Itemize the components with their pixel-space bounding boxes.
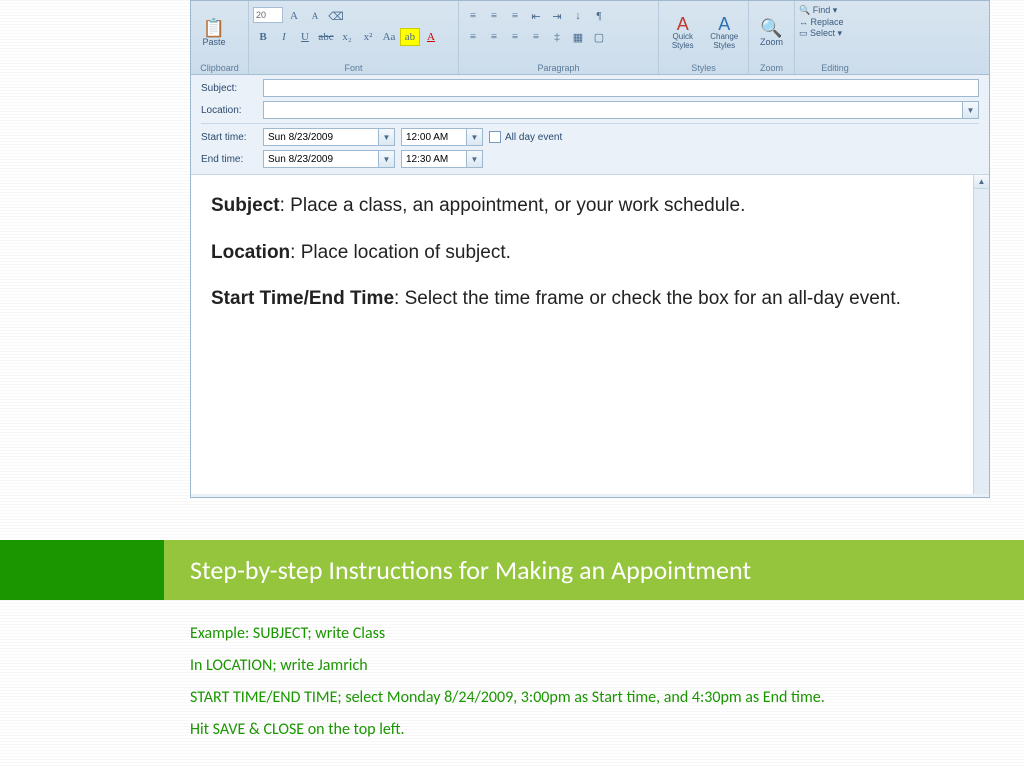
change-styles-icon: A: [718, 15, 730, 33]
highlight-button[interactable]: ab: [400, 28, 420, 46]
body-location-text: : Place location of subject.: [290, 242, 511, 263]
all-day-label: All day event: [505, 132, 562, 143]
chevron-down-icon[interactable]: ▼: [378, 151, 394, 167]
bullets-button[interactable]: ≡: [463, 7, 483, 25]
sort-button[interactable]: ↓: [568, 7, 588, 25]
all-day-checkbox[interactable]: [489, 131, 501, 143]
align-left-button[interactable]: ≡: [463, 28, 483, 46]
case-button[interactable]: Aa: [379, 28, 399, 46]
zoom-group-label: Zoom: [753, 62, 790, 73]
body-time-bold: Start Time/End Time: [211, 288, 394, 309]
end-time-label: End time:: [201, 154, 257, 165]
subject-label: Subject:: [201, 83, 257, 94]
start-date-input[interactable]: Sun 8/23/2009▼: [263, 128, 395, 146]
italic-button[interactable]: I: [274, 28, 294, 46]
font-group-label: Font: [253, 62, 454, 73]
end-date-input[interactable]: Sun 8/23/2009▼: [263, 150, 395, 168]
body-subject-text: : Place a class, an appointment, or your…: [280, 195, 746, 216]
body-subject-bold: Subject: [211, 195, 280, 216]
shrink-font-button[interactable]: A: [305, 7, 325, 25]
font-size-input[interactable]: 20: [253, 7, 283, 23]
clipboard-icon: 📋: [203, 19, 225, 37]
body-time-text: : Select the time frame or check the box…: [394, 288, 901, 309]
grow-font-button[interactable]: A: [284, 7, 304, 25]
line-spacing-button[interactable]: ‡: [547, 28, 567, 46]
superscript-button[interactable]: x²: [358, 28, 378, 46]
borders-button[interactable]: ▢: [589, 28, 609, 46]
justify-button[interactable]: ≡: [526, 28, 546, 46]
clear-format-button[interactable]: ⌫: [326, 7, 346, 25]
styles-group-label: Styles: [663, 62, 744, 73]
select-button[interactable]: ▭ Select ▾: [799, 28, 842, 39]
chevron-down-icon[interactable]: ▼: [378, 129, 394, 145]
font-color-button[interactable]: A: [421, 28, 441, 46]
show-marks-button[interactable]: ¶: [589, 7, 609, 25]
find-button[interactable]: 🔍 Find ▾: [799, 5, 837, 16]
multilevel-button[interactable]: ≡: [505, 7, 525, 25]
start-time-label: Start time:: [201, 132, 257, 143]
change-styles-button[interactable]: A Change Styles: [705, 8, 745, 58]
paragraph-group-label: Paragraph: [463, 62, 654, 73]
example-line-3: START TIME/END TIME; select Monday 8/24/…: [190, 682, 825, 714]
location-label: Location:: [201, 105, 257, 116]
body-location-bold: Location: [211, 242, 290, 263]
bold-button[interactable]: B: [253, 28, 273, 46]
subject-input[interactable]: [263, 79, 979, 97]
end-time-input[interactable]: 12:30 AM▼: [401, 150, 483, 168]
scrollbar[interactable]: ▲: [973, 175, 989, 494]
underline-button[interactable]: U: [295, 28, 315, 46]
align-center-button[interactable]: ≡: [484, 28, 504, 46]
editing-group-label: Editing: [799, 62, 871, 73]
slide-title: Step-by-step Instructions for Making an …: [164, 540, 1024, 600]
title-accent-block: [0, 540, 164, 600]
example-text-block: Example: SUBJECT; write Class In LOCATIO…: [190, 618, 825, 746]
start-time-input[interactable]: 12:00 AM▼: [401, 128, 483, 146]
numbering-button[interactable]: ≡: [484, 7, 504, 25]
shading-button[interactable]: ▦: [568, 28, 588, 46]
location-input[interactable]: ▼: [263, 101, 979, 119]
ribbon: 📋 Paste Clipboard 20 A A ⌫ B I U abc: [191, 1, 989, 75]
zoom-icon: 🔍: [760, 19, 782, 37]
appointment-body[interactable]: ▲ Subject: Place a class, an appointment…: [191, 174, 989, 494]
example-line-1: Example: SUBJECT; write Class: [190, 618, 825, 650]
chevron-down-icon[interactable]: ▼: [466, 151, 482, 167]
quick-styles-icon: A: [677, 15, 689, 33]
quick-styles-button[interactable]: A Quick Styles: [663, 8, 703, 58]
align-right-button[interactable]: ≡: [505, 28, 525, 46]
slide-title-bar: Step-by-step Instructions for Making an …: [0, 540, 1024, 600]
indent-button[interactable]: ⇥: [547, 7, 567, 25]
example-line-2: In LOCATION; write Jamrich: [190, 650, 825, 682]
clipboard-group-label: Clipboard: [195, 62, 244, 73]
example-line-4: Hit SAVE & CLOSE on the top left.: [190, 714, 825, 746]
outlook-appointment-screenshot: 📋 Paste Clipboard 20 A A ⌫ B I U abc: [190, 0, 990, 498]
location-dropdown-icon[interactable]: ▼: [962, 102, 978, 118]
appointment-form: Subject: Location: ▼ Start time: Sun 8/2…: [191, 75, 989, 168]
replace-button[interactable]: ↔ Replace: [799, 17, 844, 27]
chevron-down-icon[interactable]: ▼: [466, 129, 482, 145]
outdent-button[interactable]: ⇤: [526, 7, 546, 25]
strike-button[interactable]: abc: [316, 28, 336, 46]
zoom-button[interactable]: 🔍 Zoom: [753, 8, 790, 58]
scroll-up-icon[interactable]: ▲: [974, 175, 989, 189]
paste-button[interactable]: 📋 Paste: [195, 8, 233, 58]
subscript-button[interactable]: x₂: [337, 28, 357, 46]
